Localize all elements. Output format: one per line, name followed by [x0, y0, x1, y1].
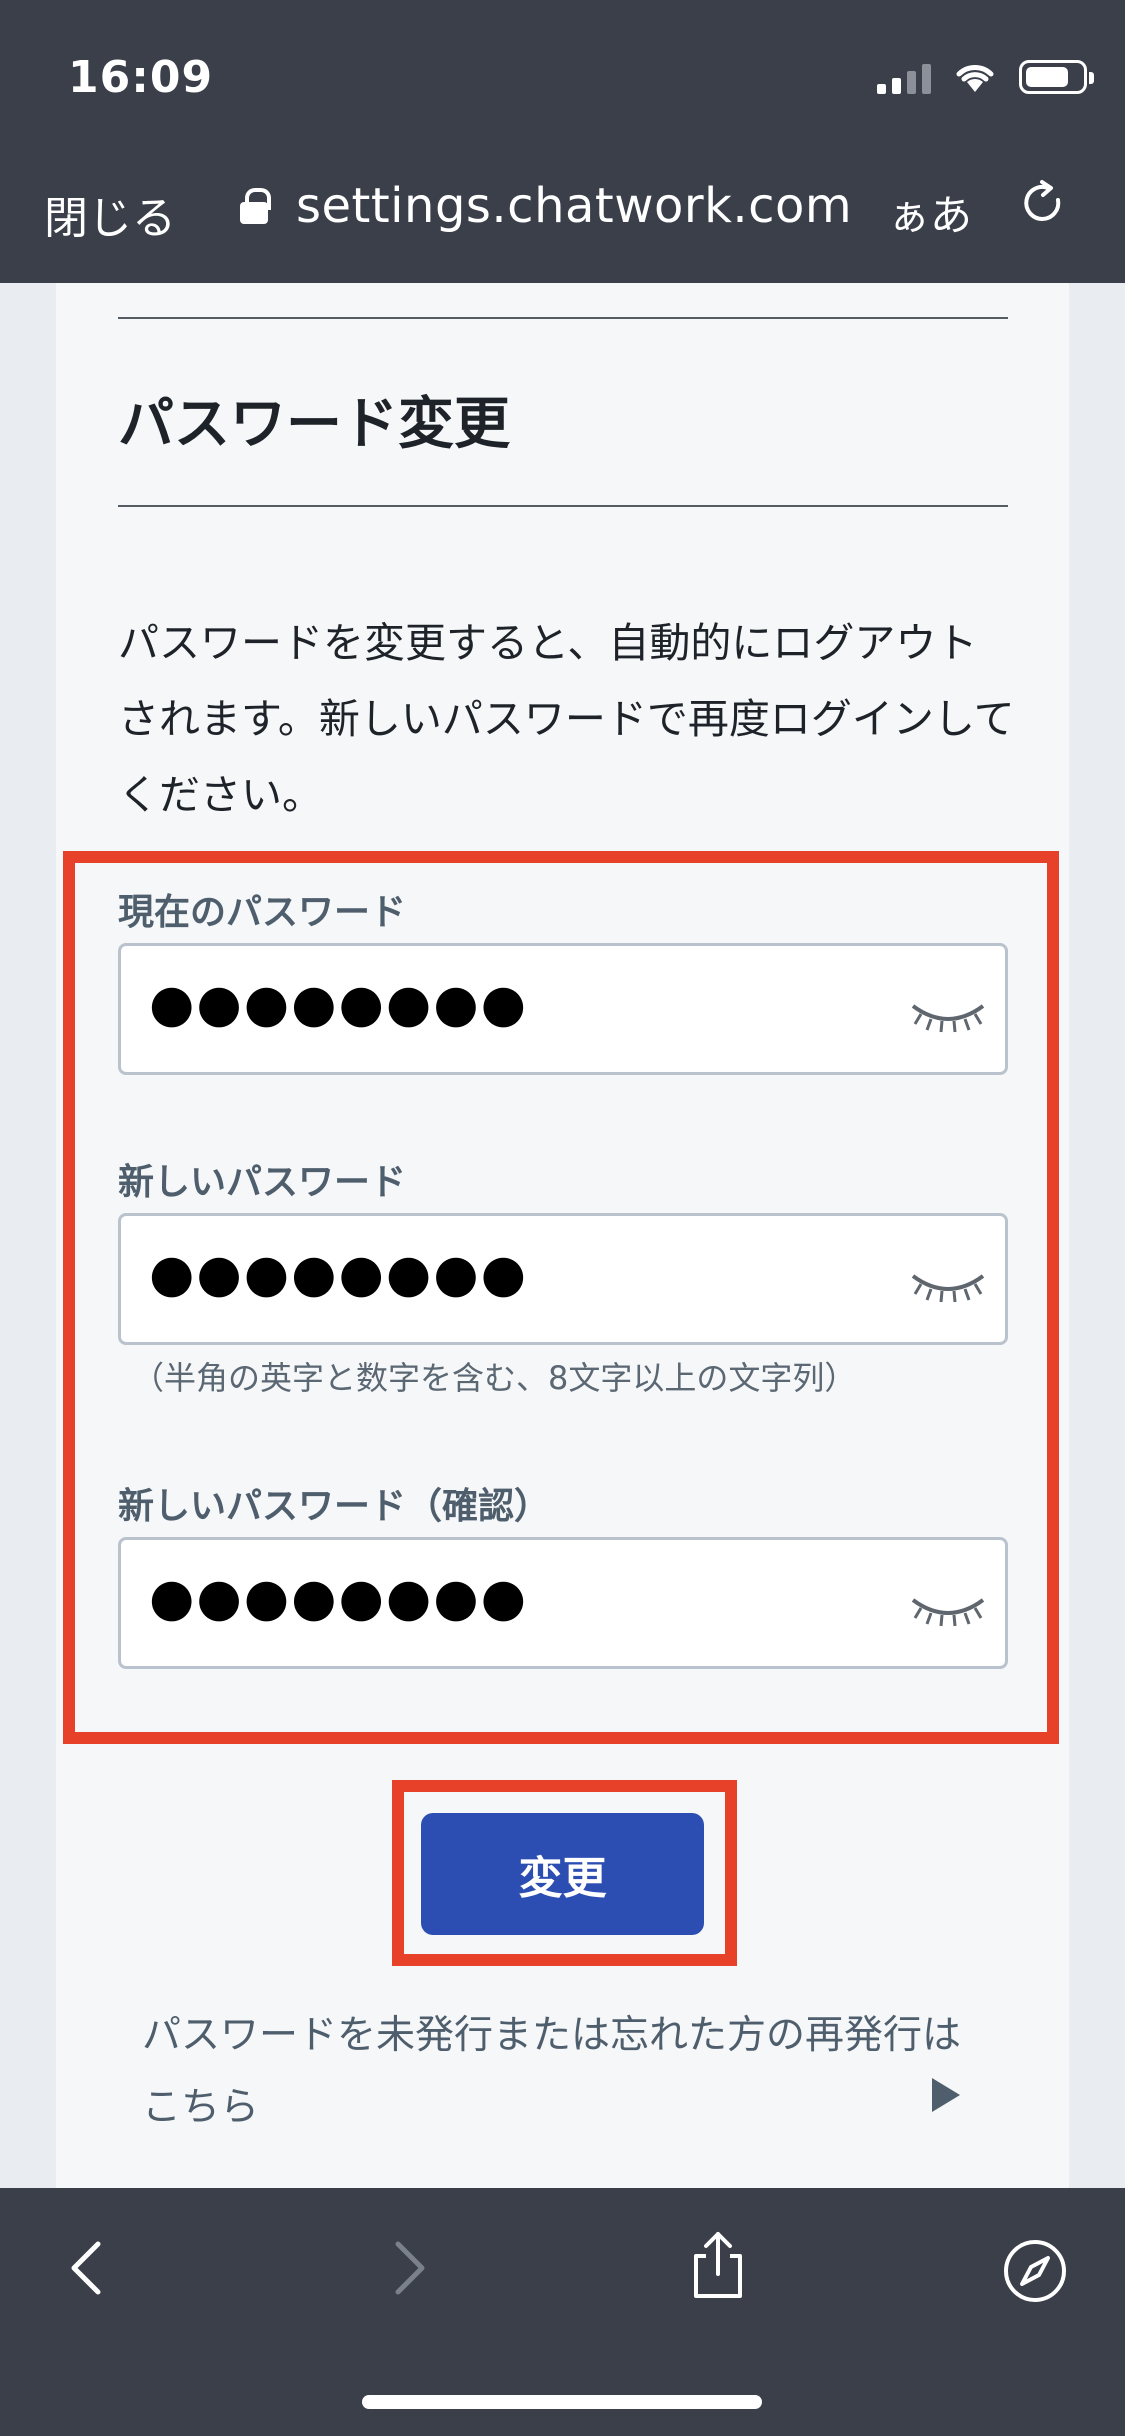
address-bar[interactable]: settings.chatwork.com [240, 178, 852, 234]
lock-icon [240, 188, 271, 224]
reset-password-link[interactable]: パスワードを未発行または忘れた方の再発行はこちら [142, 2000, 972, 2144]
forward-icon[interactable] [378, 2238, 438, 2298]
cellular-signal-icon [877, 60, 931, 94]
battery-icon [1019, 60, 1094, 94]
status-time: 16:09 [68, 52, 214, 103]
browser-top-bar: 16:09 閉じる settings.chatwork.com ぁあ [0, 0, 1125, 283]
page-content: パスワード変更 パスワードを変更すると、自動的にログアウトされます。新しいパスワ… [0, 283, 1125, 2188]
play-arrow-icon[interactable] [932, 2078, 960, 2112]
divider [118, 505, 1008, 507]
back-icon[interactable] [58, 2238, 118, 2298]
url-text: settings.chatwork.com [296, 178, 853, 234]
share-icon[interactable] [688, 2230, 748, 2300]
text-size-button[interactable]: ぁあ [888, 182, 972, 243]
home-indicator [362, 2395, 762, 2409]
divider [118, 317, 1008, 319]
reload-icon[interactable] [1018, 178, 1068, 228]
change-password-button[interactable]: 変更 [421, 1813, 704, 1935]
wifi-icon [956, 65, 994, 92]
compass-icon[interactable] [1002, 2238, 1068, 2304]
description-text: パスワードを変更すると、自動的にログアウトされます。新しいパスワードで再度ログイ… [118, 619, 1015, 819]
page-title: パスワード変更 [118, 392, 510, 457]
status-icons [877, 60, 1094, 94]
fields-highlight-box [63, 851, 1059, 1744]
close-button[interactable]: 閉じる [44, 182, 176, 246]
